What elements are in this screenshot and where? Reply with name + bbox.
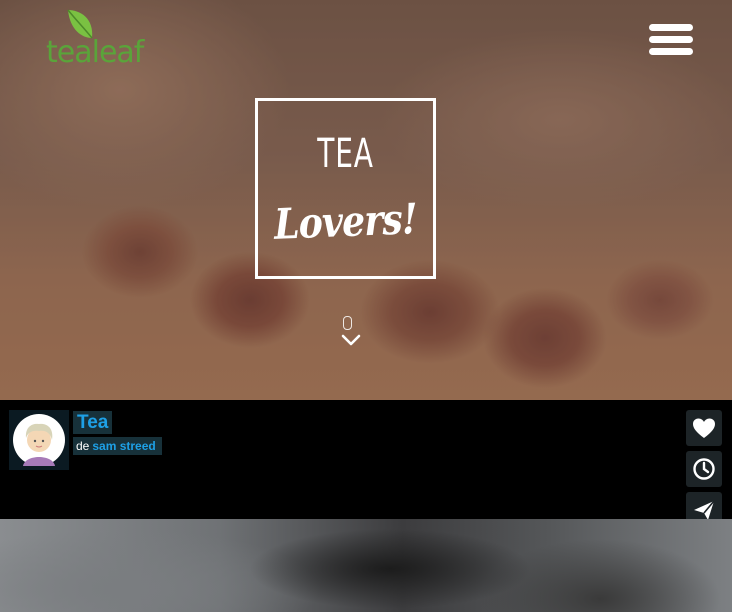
mouse-icon <box>343 316 352 330</box>
author-link[interactable]: sam streed <box>92 439 155 453</box>
post-info-bar: Tea de sam streed <box>0 400 732 528</box>
logo-text: tealeaf <box>46 35 144 70</box>
hero-title-line1: TEA <box>317 131 374 177</box>
hamburger-menu-icon[interactable] <box>649 24 695 56</box>
heart-icon <box>693 418 715 438</box>
post-title[interactable]: Tea <box>73 411 113 434</box>
next-post-image[interactable] <box>0 519 732 612</box>
hero-title-line2: Lovers! <box>273 194 418 249</box>
site-logo[interactable]: tealeaf <box>44 8 144 72</box>
chevron-down-icon <box>341 334 361 346</box>
hero-banner: tealeaf TEA Lovers! <box>0 0 732 400</box>
hero-title-box: TEA Lovers! <box>255 98 436 279</box>
byline-prefix: de <box>76 439 90 453</box>
user-avatar-icon <box>13 414 65 466</box>
watch-later-button[interactable] <box>686 451 722 487</box>
like-button[interactable] <box>686 410 722 446</box>
post-byline: de sam streed <box>73 437 162 455</box>
clock-icon <box>693 458 715 480</box>
avatar[interactable] <box>9 410 69 470</box>
scroll-down-button[interactable] <box>335 316 367 352</box>
